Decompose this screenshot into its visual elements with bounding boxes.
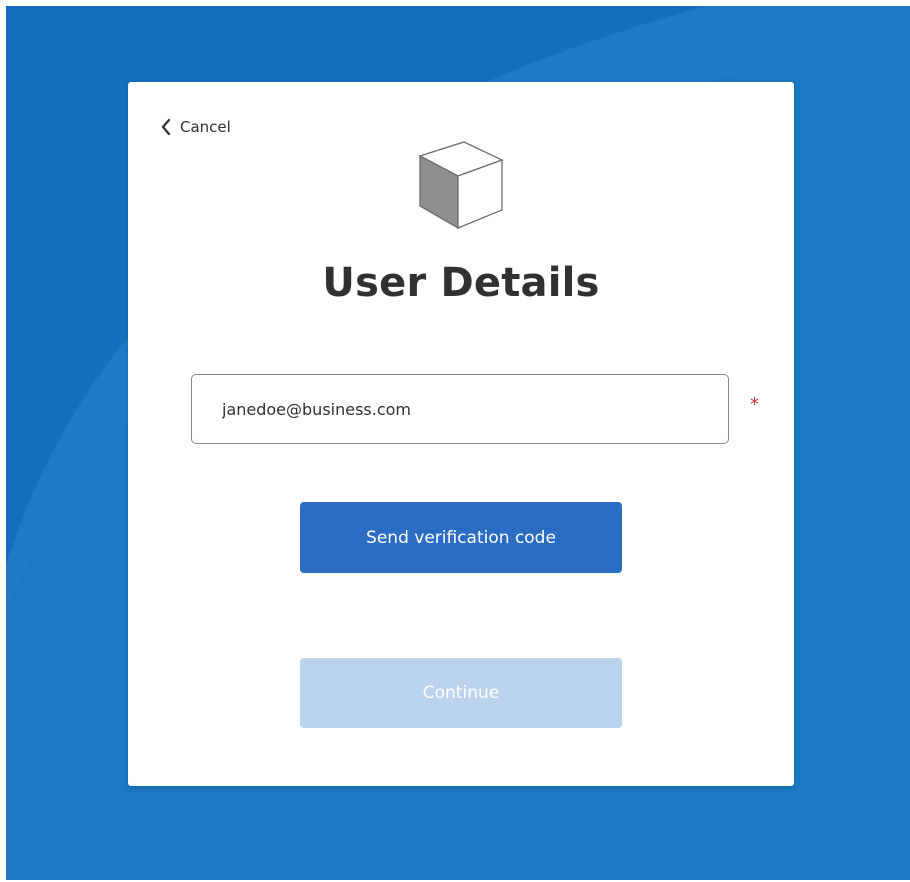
- page-background: Cancel User Details * Send verification …: [6, 6, 910, 880]
- user-details-card: Cancel User Details * Send verification …: [128, 82, 794, 786]
- send-verification-code-button[interactable]: Send verification code: [300, 502, 622, 573]
- cube-logo-icon: [412, 138, 508, 230]
- continue-button[interactable]: Continue: [300, 658, 622, 728]
- email-field[interactable]: [191, 374, 729, 444]
- chevron-left-icon: [160, 118, 172, 136]
- page-title: User Details: [322, 260, 600, 306]
- cancel-label: Cancel: [180, 118, 231, 136]
- required-indicator: *: [750, 394, 759, 415]
- cancel-link[interactable]: Cancel: [160, 118, 231, 136]
